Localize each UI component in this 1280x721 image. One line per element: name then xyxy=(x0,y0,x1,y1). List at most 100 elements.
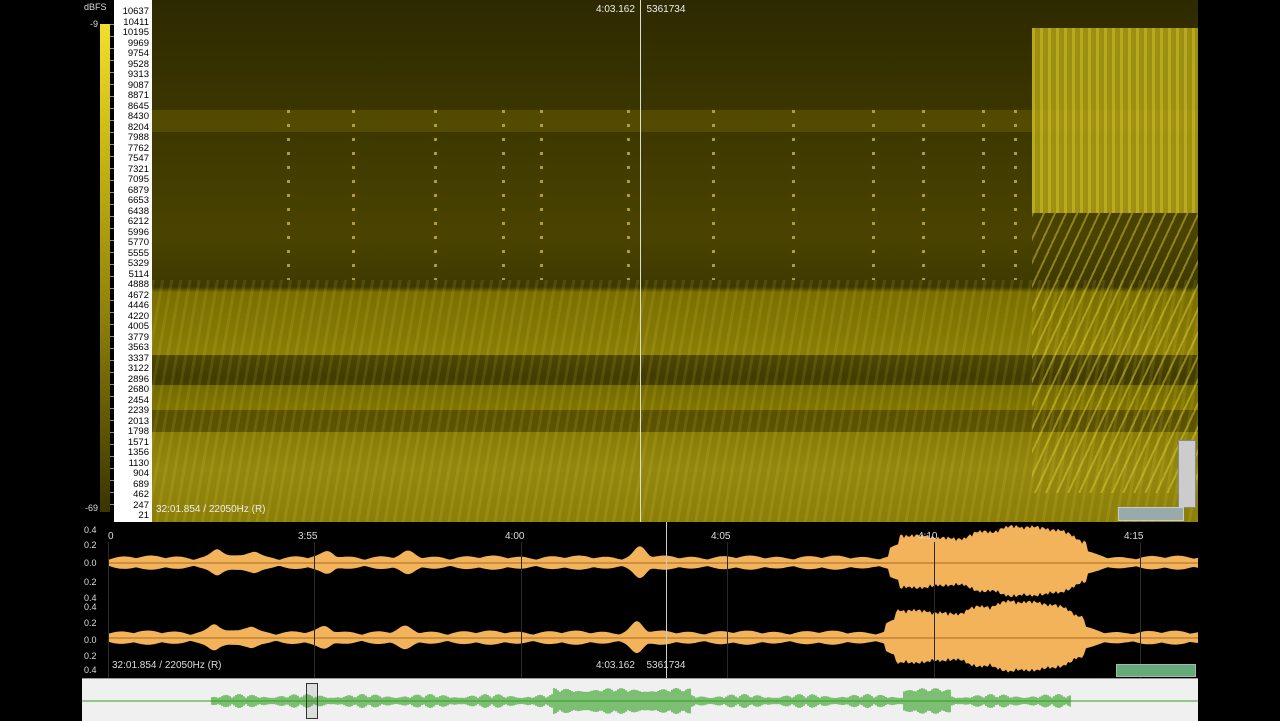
time-tick-label: 4:10 xyxy=(918,531,938,542)
spectrogram-readout: 32:01.854 / 22050Hz (R) xyxy=(156,504,266,515)
transient-column xyxy=(434,110,437,280)
vertical-scrollbar[interactable] xyxy=(1178,440,1196,508)
frequency-tick: 2896 xyxy=(127,373,149,385)
transient-column xyxy=(502,110,505,280)
time-gridline xyxy=(727,542,728,678)
transient-column xyxy=(792,110,795,280)
amplitude-scale: 0.4 0.2 0.0 0.2 0.4 0.4 0.2 0.0 0.2 0.4 xyxy=(82,522,108,678)
dbfs-bottom-value: -69 xyxy=(85,503,99,513)
frequency-tick: 2680 xyxy=(127,384,149,395)
waveform-view[interactable]: 0.4 0.2 0.0 0.2 0.4 0.4 0.2 0.0 0.2 0.4 0 3:55 4:00… xyxy=(82,522,1198,678)
cursor-sample: 5361734 xyxy=(646,660,686,671)
frequency-tick: 9969 xyxy=(127,37,149,49)
cursor-time: 4:03.162 xyxy=(596,660,635,671)
frequency-tick: 3337 xyxy=(127,352,149,364)
frequency-tick: 1130 xyxy=(128,457,149,469)
frequency-tick: 689 xyxy=(133,478,149,490)
amplitude-label: 0.0 xyxy=(84,635,97,645)
dbfs-color-bar xyxy=(100,24,110,512)
playhead-cursor[interactable] xyxy=(666,522,667,678)
time-tick-label: 4:15 xyxy=(1124,531,1144,542)
frequency-tick: 1571 xyxy=(127,436,149,448)
time-tick-label: 4:00 xyxy=(505,531,525,542)
frequency-scale: 10637 10411 10195 9969 9754 9528 9313 9087 8871 8… xyxy=(114,0,153,522)
frequency-tick: 7762 xyxy=(127,142,149,154)
frequency-tick: 9313 xyxy=(127,69,149,80)
zoom-control[interactable] xyxy=(1118,507,1184,521)
harmonic-burst xyxy=(1032,28,1198,213)
channel-waveform xyxy=(108,525,1198,598)
frequency-tick: 5996 xyxy=(127,226,149,238)
overview-view-handle[interactable] xyxy=(306,683,318,719)
transient-column xyxy=(712,110,715,280)
frequency-tick: 1356 xyxy=(127,447,149,458)
time-gridline xyxy=(521,542,522,678)
time-gridline xyxy=(314,542,315,678)
frequency-tick: 10637 xyxy=(122,6,149,17)
frequency-tick: 3122 xyxy=(127,363,149,374)
frequency-tick: 8645 xyxy=(127,100,149,112)
amplitude-label: 0.2 xyxy=(84,577,97,587)
frequency-tick: 3779 xyxy=(127,331,149,343)
frequency-tick: 10195 xyxy=(122,27,149,38)
dbfs-scale: dBFS -9 -69 xyxy=(82,0,114,522)
amplitude-label: 0.0 xyxy=(84,558,97,568)
transient-column xyxy=(352,110,355,280)
transient-column xyxy=(872,110,875,280)
transient-column xyxy=(982,110,985,280)
time-tick-label: 4:05 xyxy=(711,531,731,542)
dbfs-top-value: -9 xyxy=(90,19,99,29)
frequency-tick: 8871 xyxy=(127,90,149,101)
frequency-tick: 4446 xyxy=(127,300,149,311)
letterbox-right xyxy=(1198,0,1280,720)
frequency-tick: 5114 xyxy=(128,268,149,280)
frequency-tick: 7547 xyxy=(127,153,149,164)
cursor-position-readout: 4:03.162 5361734 xyxy=(596,660,685,671)
waveform-plot[interactable]: 0 3:55 4:00 4:05 4:10 4:15 xyxy=(108,522,1198,678)
amplitude-label: 0.4 xyxy=(84,525,97,535)
cursor-sample: 5361734 xyxy=(646,4,686,15)
frequency-tick: 6438 xyxy=(127,205,149,217)
letterbox-left xyxy=(0,0,82,720)
frequency-tick: 7321 xyxy=(127,163,149,175)
frequency-tick: 4672 xyxy=(127,289,149,301)
frequency-tick: 9528 xyxy=(127,58,149,70)
dbfs-label: dBFS xyxy=(84,2,107,12)
amplitude-label: 0.2 xyxy=(84,651,97,661)
transient-column xyxy=(627,110,630,280)
frequency-tick: 904 xyxy=(133,468,149,479)
spectrogram-view[interactable]: 4:03.162 5361734 32:01.854 / 22050Hz (R) xyxy=(152,0,1198,522)
frequency-tick: 21 xyxy=(138,510,149,521)
frequency-tick: 6653 xyxy=(127,195,149,206)
amplitude-label: 0.4 xyxy=(84,602,97,612)
frequency-tick: 4888 xyxy=(127,279,149,290)
audio-editor: dBFS -9 -69 10637 10411 10195 9969 9754 9528 9… xyxy=(82,0,1198,721)
frequency-tick: 4220 xyxy=(127,310,149,322)
frequency-tick: 8430 xyxy=(127,111,149,122)
time-tick-label: 3:55 xyxy=(298,531,318,542)
overview-strip[interactable] xyxy=(82,678,1198,721)
amplitude-label: 0.4 xyxy=(84,665,97,675)
frequency-tick: 1798 xyxy=(127,426,149,437)
frequency-tick: 6212 xyxy=(127,216,149,227)
frequency-tick: 9087 xyxy=(127,79,149,91)
waveform-readout: 32:01.854 / 22050Hz (R) xyxy=(112,660,222,671)
playhead-cursor[interactable] xyxy=(640,0,641,522)
time-gridline xyxy=(934,542,935,678)
waveform-svg xyxy=(108,525,1198,673)
frequency-tick: 7988 xyxy=(127,132,149,143)
harmonic-sweep xyxy=(1032,213,1198,493)
frequency-tick: 9754 xyxy=(127,48,149,59)
frequency-tick: 5770 xyxy=(127,237,149,248)
frequency-tick: 2013 xyxy=(127,415,149,427)
transient-column xyxy=(287,110,290,280)
zoom-control[interactable] xyxy=(1116,664,1196,677)
frequency-tick: 247 xyxy=(133,499,149,511)
frequency-tick: 5329 xyxy=(127,258,149,269)
cursor-time: 4:03.162 xyxy=(596,4,635,15)
amplitude-label: 0.2 xyxy=(84,540,97,550)
frequency-tick: 2239 xyxy=(127,405,149,416)
transient-column xyxy=(1014,110,1017,280)
amplitude-label: 0.2 xyxy=(84,618,97,628)
transient-column xyxy=(540,110,543,280)
